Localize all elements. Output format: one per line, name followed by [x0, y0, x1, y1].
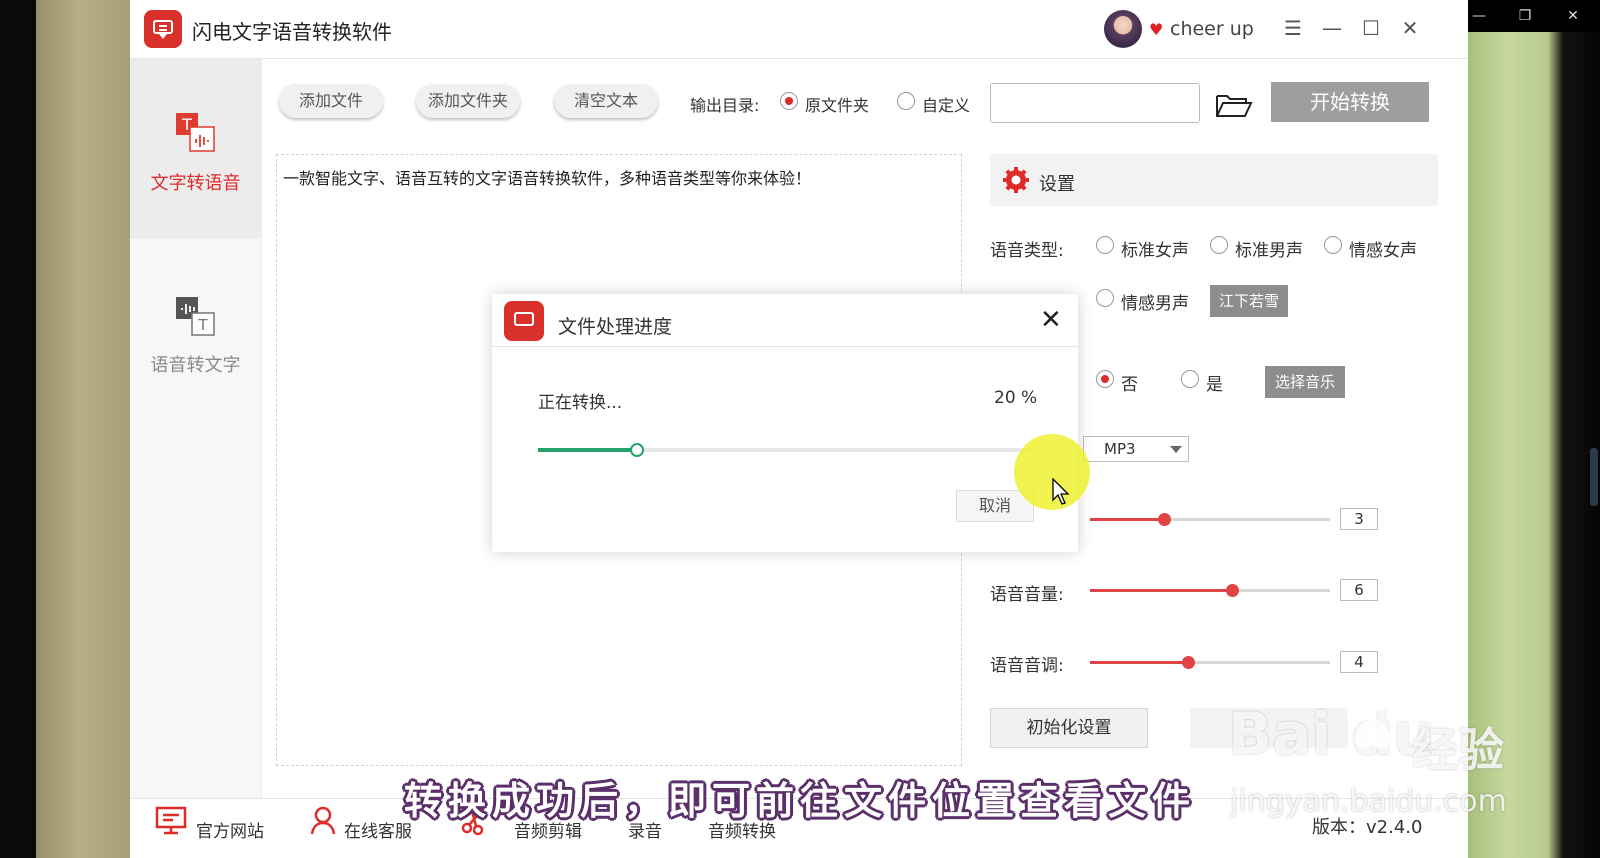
volume-slider-knob[interactable] — [1225, 584, 1239, 597]
title-bar: 闪电文字语音转换软件 ♥ cheer up ☰ — ☐ ✕ — [130, 0, 1468, 59]
text-content: 一款智能文字、语音互转的文字语音转换软件，多种语音类型等你来体验！ — [283, 169, 812, 188]
sidebar: T 文字转语音 T 语音转文字 — [130, 59, 262, 799]
sidebar-item-speech-to-text[interactable]: T 语音转文字 — [130, 239, 261, 419]
app-title: 闪电文字语音转换软件 — [192, 20, 392, 44]
settings-header: 设置 — [990, 154, 1438, 206]
output-custom-radio[interactable] — [897, 92, 915, 110]
speech-to-text-icon: T — [176, 297, 215, 336]
voice-label[interactable]: 标准女声 — [1121, 236, 1189, 261]
speed-slider[interactable] — [1090, 513, 1330, 526]
host-restore-icon[interactable]: ❐ — [1514, 6, 1536, 26]
volume-slider[interactable] — [1090, 584, 1330, 597]
pitch-slider[interactable] — [1090, 656, 1330, 669]
output-original-radio[interactable] — [780, 92, 798, 110]
progress-bar — [538, 443, 1032, 457]
voice-label[interactable]: 情感男声 — [1121, 289, 1189, 314]
bgm-yes-label[interactable]: 是 — [1206, 370, 1223, 395]
close-icon[interactable]: ✕ — [1397, 16, 1423, 40]
bgm-yes-radio[interactable] — [1181, 370, 1199, 388]
pitch-slider-knob[interactable] — [1182, 656, 1196, 669]
progress-percent: 20 % — [994, 388, 1038, 408]
volume-label: 语音音量: — [990, 585, 1064, 605]
host-window-controls: — ❐ ✕ — [1458, 0, 1600, 32]
sidebar-label: 语音转文字 — [150, 355, 241, 376]
video-background-left — [0, 0, 130, 858]
init-settings-button[interactable]: 初始化设置 — [990, 708, 1148, 748]
dialog-title: 文件处理进度 — [558, 316, 673, 338]
volume-value[interactable]: 6 — [1340, 579, 1378, 601]
bgm-no-label[interactable]: 否 — [1121, 370, 1138, 395]
side-edge-tab[interactable] — [1590, 448, 1598, 506]
volume-slider-fill — [1090, 589, 1232, 592]
output-path-input[interactable] — [990, 83, 1200, 123]
menu-icon[interactable]: ☰ — [1280, 16, 1306, 40]
speed-slider-fill — [1090, 518, 1165, 521]
settings-title: 设置 — [1039, 174, 1075, 195]
maximize-icon[interactable]: ☐ — [1358, 16, 1384, 40]
pitch-label: 语音音调: — [990, 656, 1064, 676]
voice-label[interactable]: 标准男声 — [1235, 236, 1303, 261]
output-original-label[interactable]: 原文件夹 — [805, 92, 869, 116]
watermark-jingyan: 经验 — [1412, 723, 1504, 777]
gear-icon — [1003, 167, 1029, 193]
host-close-icon[interactable]: ✕ — [1562, 6, 1584, 26]
voice-radio-emotional-male[interactable] — [1096, 289, 1114, 307]
app-logo-icon — [144, 10, 182, 48]
dialog-header: 文件处理进度 ✕ — [492, 294, 1078, 347]
text-to-speech-icon: T — [176, 113, 215, 152]
voice-label[interactable]: 情感女声 — [1349, 236, 1417, 261]
paw-icon — [1347, 693, 1400, 748]
choose-music-button[interactable]: 选择音乐 — [1265, 366, 1345, 398]
sidebar-item-text-to-speech[interactable]: T 文字转语音 — [130, 59, 261, 239]
voice-extra-button[interactable]: 江下若雪 — [1210, 285, 1288, 317]
conversion-status: 正在转换... — [538, 393, 623, 413]
pitch-slider-fill — [1090, 661, 1189, 664]
add-folder-button[interactable]: 添加文件夹 — [416, 84, 520, 118]
voice-radio-standard-female[interactable] — [1096, 236, 1114, 254]
watermark-url: jingyan.baidu.com — [1230, 784, 1507, 819]
format-select[interactable]: MP3 — [1083, 436, 1189, 462]
minimize-icon[interactable]: — — [1319, 16, 1345, 40]
dialog-close-icon[interactable]: ✕ — [1040, 307, 1062, 333]
speed-slider-knob[interactable] — [1158, 513, 1172, 526]
sidebar-label: 文字转语音 — [150, 173, 241, 194]
output-custom-label[interactable]: 自定义 — [922, 92, 970, 116]
vip-diamond-icon: ♥ — [1149, 20, 1164, 39]
pitch-value[interactable]: 4 — [1340, 651, 1378, 673]
format-select-value: MP3 — [1104, 440, 1136, 458]
voice-type-label: 语音类型: — [990, 241, 1064, 261]
progress-fill — [538, 448, 637, 452]
host-minimize-icon[interactable]: — — [1468, 6, 1490, 26]
progress-knob — [629, 443, 644, 457]
voice-radio-standard-male[interactable] — [1210, 236, 1228, 254]
avatar[interactable] — [1104, 10, 1142, 48]
svg-text:T: T — [197, 316, 208, 334]
open-folder-icon[interactable] — [1214, 88, 1254, 120]
add-file-button[interactable]: 添加文件 — [279, 84, 383, 118]
dialog-logo-icon — [504, 301, 544, 341]
voice-radio-emotional-female[interactable] — [1324, 236, 1342, 254]
mouse-cursor-icon — [1052, 478, 1070, 505]
chevron-down-icon — [1170, 446, 1182, 453]
progress-dialog: 文件处理进度 ✕ 正在转换... 20 % 取消 — [492, 294, 1078, 552]
username[interactable]: cheer up — [1170, 18, 1254, 40]
bgm-no-radio[interactable] — [1096, 370, 1114, 388]
clear-text-button[interactable]: 清空文本 — [554, 84, 658, 118]
start-convert-button[interactable]: 开始转换 — [1271, 82, 1429, 122]
speed-value[interactable]: 3 — [1340, 508, 1378, 530]
output-dir-label: 输出目录: — [690, 96, 760, 115]
